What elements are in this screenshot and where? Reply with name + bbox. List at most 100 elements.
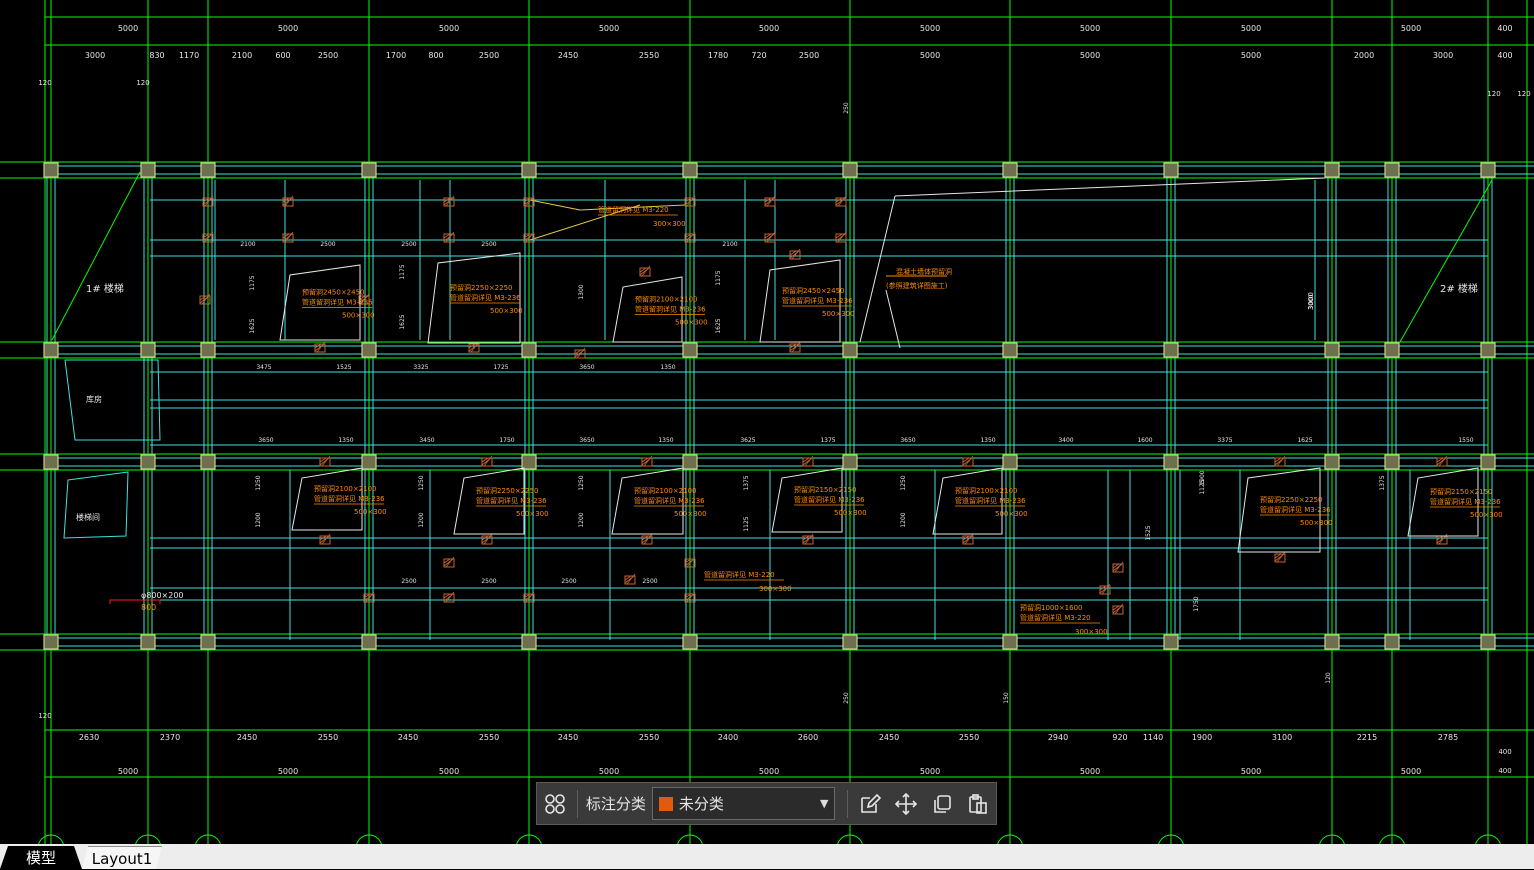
column: [140, 454, 156, 470]
openings: 预留洞2450×2450 管道留洞详见 M3-236 500×300 预留洞2250×…: [279, 205, 1503, 636]
dim-height: 1625: [715, 318, 722, 333]
dim-top-minor: 1170: [179, 51, 199, 60]
hatch-mark: [574, 347, 586, 359]
dim-bottom-major: 5000: [439, 767, 459, 776]
dim-top-minor: 2500: [479, 51, 499, 60]
leader-line: [894, 177, 1326, 197]
column: [842, 634, 858, 650]
paste-icon[interactable]: [960, 786, 996, 822]
column: [1002, 342, 1018, 358]
move-icon[interactable]: [888, 786, 924, 822]
grid-icon[interactable]: [537, 786, 573, 822]
dim-row-c: 1350: [980, 437, 995, 444]
column: [842, 342, 858, 358]
opening-size: 500×300: [342, 312, 375, 320]
hatch-mark: [314, 341, 326, 353]
dim-row-c: 1750: [499, 437, 514, 444]
dim-top-minor: 800: [428, 51, 443, 60]
dim-bottom-minor: 1900: [1192, 733, 1212, 742]
opening-line1: 预留洞2450×2450: [302, 288, 365, 297]
stair2-label: 2# 楼梯: [1440, 282, 1478, 295]
opening-line2: 管道留洞详见 M3-236: [476, 496, 547, 505]
column: [1163, 162, 1179, 178]
column: [682, 162, 698, 178]
hatch-mark: [789, 341, 801, 353]
dim-height: 1125: [743, 516, 750, 531]
opening-size: 500×300: [1300, 519, 1333, 527]
category-select[interactable]: 未分类 ▼: [651, 787, 836, 820]
opening-line1: 预留洞2100×2100: [955, 486, 1018, 495]
dim-height: 150: [1003, 692, 1010, 704]
copy-icon[interactable]: [924, 786, 960, 822]
opening-line2: 管道留洞详见 M3-236: [634, 496, 705, 505]
hatch-mark: [319, 455, 331, 467]
category-label: 标注分类: [585, 795, 646, 813]
layout-tab-bar: 模型 Layout1: [0, 844, 1534, 869]
dim-row-c: 3650: [900, 437, 915, 444]
note-right-2: (参照建筑详图施工): [886, 281, 948, 290]
dim-row-c: 1375: [820, 437, 835, 444]
opening-size: 500×300: [995, 510, 1028, 518]
dim-row-c: 1350: [658, 437, 673, 444]
hatch-mark: [764, 195, 776, 207]
dim-top-major: 5000: [1401, 24, 1421, 33]
opening-size: 500×300: [1470, 511, 1503, 519]
hatch-mark: [641, 455, 653, 467]
dim-row-c: 3400: [1058, 437, 1073, 444]
dim-bottom-major: 5000: [1401, 767, 1421, 776]
dim-bottom-minor: 2600: [798, 733, 818, 742]
hatch-mark: [1436, 455, 1448, 467]
opening-line1: 预留洞2250×2250: [450, 283, 513, 292]
column: [140, 342, 156, 358]
opening-size: 500×300: [675, 319, 708, 327]
dim-height: 1525: [1145, 525, 1152, 540]
opening-6: 预留洞2250×2250管道留洞详见 M3-236 500×300: [453, 467, 549, 535]
column: [1163, 454, 1179, 470]
opening-size: 500×300: [834, 509, 867, 517]
dim-height: 1900: [1199, 470, 1206, 485]
dim-row-b: 1725: [493, 364, 508, 371]
opening-size: 500×300: [822, 310, 855, 318]
tab-layout1[interactable]: Layout1: [82, 846, 162, 869]
dim-row-b: 3650: [579, 364, 594, 371]
dim-height: 250: [843, 692, 850, 704]
column: [521, 162, 537, 178]
dim-top-minor: 1780: [708, 51, 728, 60]
column: [1324, 162, 1340, 178]
dim-height: 120: [1325, 672, 1332, 684]
hatch-mark: [1274, 455, 1286, 467]
stair1-label: 1# 楼梯: [86, 282, 124, 295]
edit-icon[interactable]: [852, 786, 888, 822]
beam-note-2: 管道留洞详见 M3-220 300×300: [704, 570, 792, 593]
column: [1324, 342, 1340, 358]
opening-2: 预留洞2250×2250管道留洞详见 M3-236 500×300: [427, 252, 523, 344]
dim-bottom-minor: 2550: [639, 733, 659, 742]
column: [682, 342, 698, 358]
cad-canvas[interactable]: 预留洞2450×2450 管道留洞详见 M3-236 500×300 预留洞2250×…: [0, 0, 1534, 869]
dim-bottom-minor: 2630: [79, 733, 99, 742]
dim-row-c: 1600: [1137, 437, 1152, 444]
opening-line2: 管道留洞详见 M3-236: [1260, 505, 1331, 514]
dim-800: 800: [141, 603, 156, 612]
dim-height: 1200: [578, 512, 585, 527]
dim-top-major: 5000: [920, 24, 940, 33]
dim-bottom-minor: 2550: [318, 733, 338, 742]
dim-bottom-minor: 1140: [1143, 733, 1163, 742]
dim-top-minor: 2550: [639, 51, 659, 60]
hatches: [199, 195, 1448, 615]
opening-line1: 预留洞2250×2250: [1260, 495, 1323, 504]
category-color-swatch: [658, 796, 673, 811]
dim-row-d: 2500: [561, 578, 576, 585]
category-value: 未分类: [678, 795, 724, 813]
dim-height: 1625: [399, 314, 406, 329]
dim-top-minor: 3000: [85, 51, 105, 60]
column: [1002, 162, 1018, 178]
dim-height: 250: [843, 102, 850, 114]
beam-note-line2: 管道留洞详见 M3-220: [1020, 613, 1091, 622]
dim-row-c: 3450: [419, 437, 434, 444]
beam-note-3: 预留洞1000×1600管道留洞详见 M3-220 300×300: [1020, 603, 1108, 636]
tab-model[interactable]: 模型: [0, 846, 82, 869]
dim-height: 1750: [1193, 596, 1200, 611]
dim-top-minor: 2500: [799, 51, 819, 60]
dim-side-left: 120: [38, 712, 51, 720]
